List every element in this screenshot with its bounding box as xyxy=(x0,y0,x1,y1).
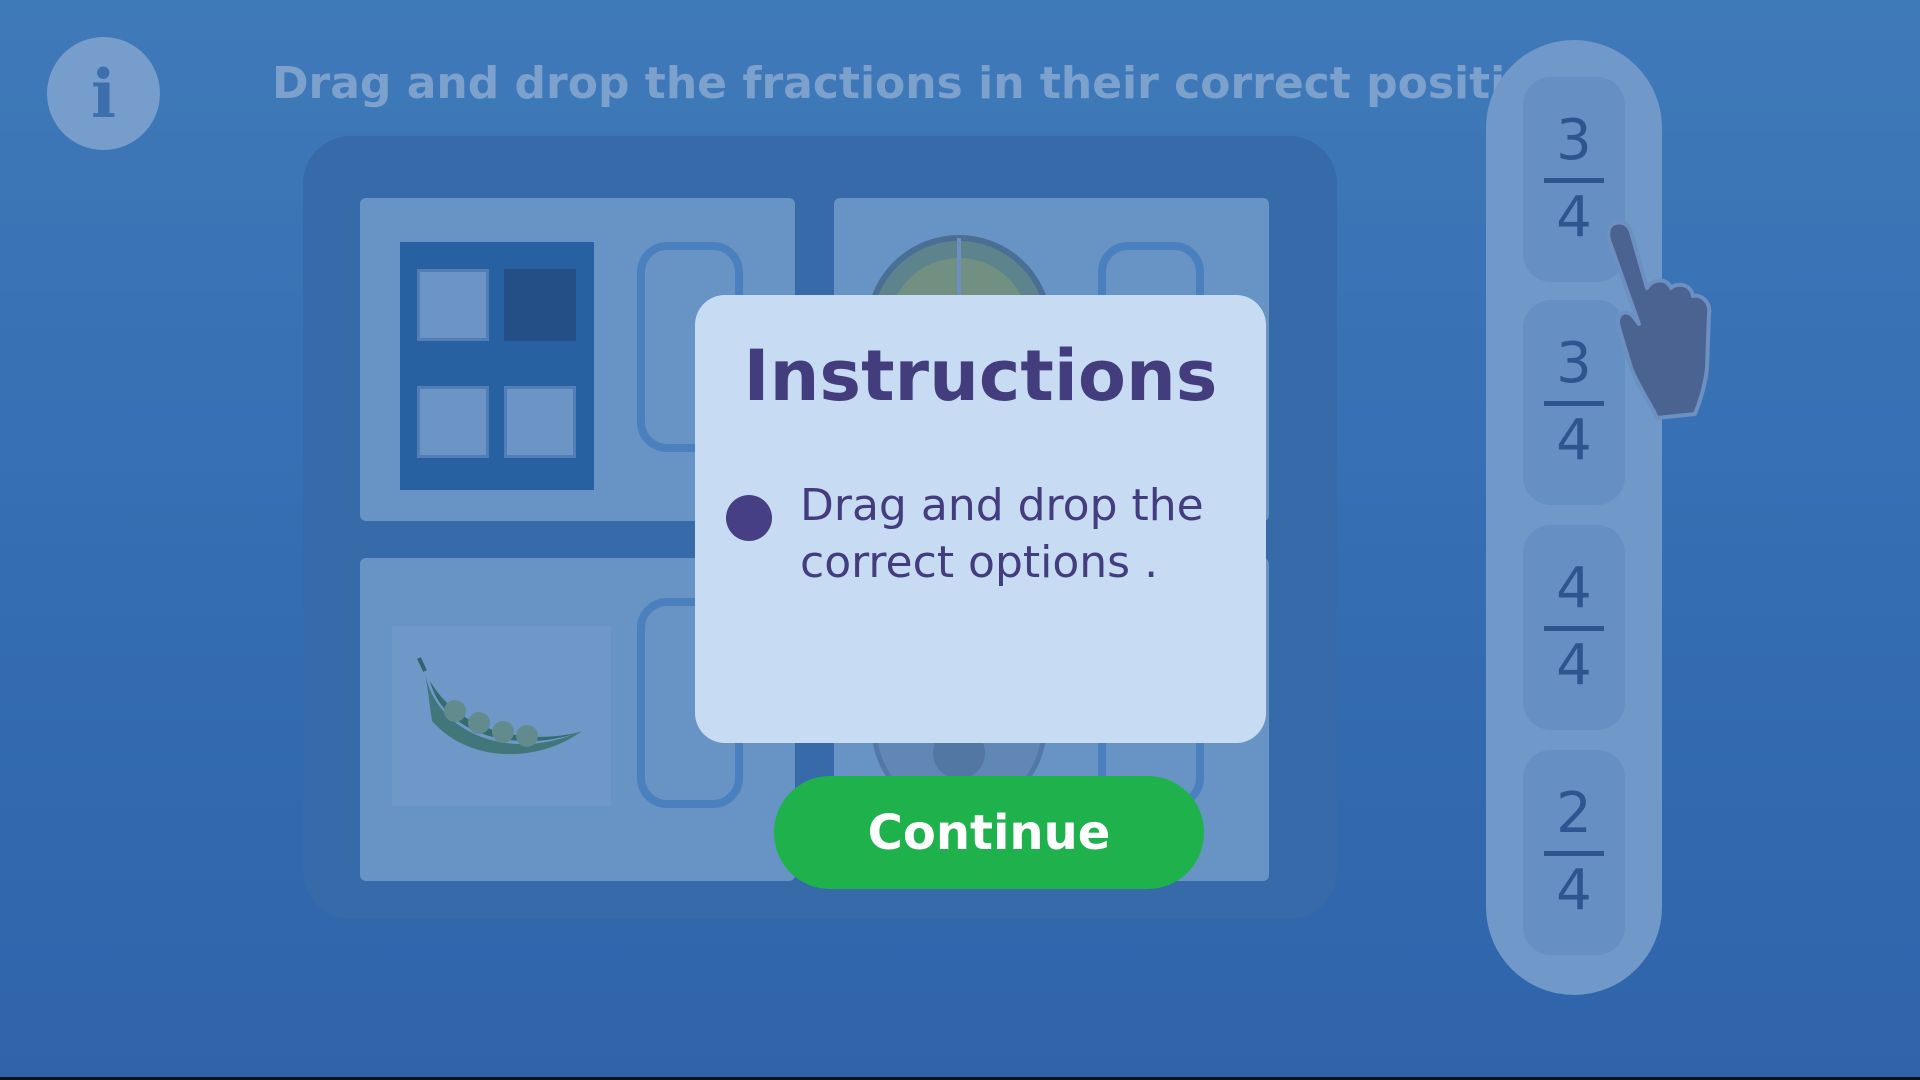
game-screen: i Drag and drop the fractions in their c… xyxy=(0,0,1920,1080)
instruction-text: Drag and drop the correct options . xyxy=(800,480,1204,588)
modal-title: Instructions xyxy=(743,335,1218,417)
continue-button[interactable]: Continue xyxy=(774,776,1204,889)
instructions-modal: Instructions Drag and drop the correct o… xyxy=(695,295,1266,743)
bullet-icon xyxy=(726,495,772,541)
